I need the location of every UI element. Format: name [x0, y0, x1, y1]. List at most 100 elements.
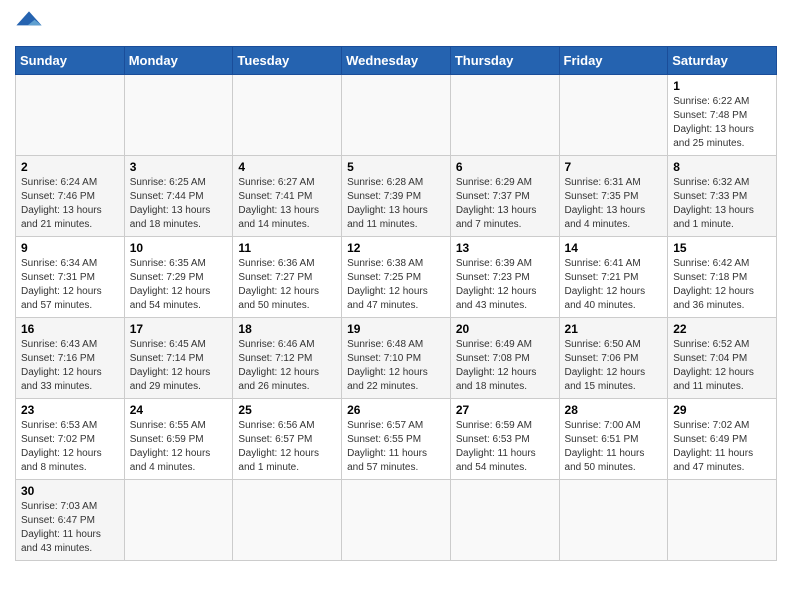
day-cell: 17 Sunrise: 6:45 AM Sunset: 7:14 PM Dayli… [124, 318, 233, 399]
day-cell: 12 Sunrise: 6:38 AM Sunset: 7:25 PM Dayli… [342, 237, 451, 318]
day-number: 9 [21, 241, 119, 255]
day-number: 13 [456, 241, 554, 255]
day-cell: 7 Sunrise: 6:31 AM Sunset: 7:35 PM Daylig… [559, 156, 668, 237]
day-number: 25 [238, 403, 336, 417]
day-info: Sunrise: 6:24 AM Sunset: 7:46 PM Dayligh… [21, 176, 119, 232]
day-cell [342, 75, 451, 156]
day-info: Sunrise: 6:45 AM Sunset: 7:14 PM Dayligh… [130, 338, 228, 394]
day-info: Sunrise: 6:53 AM Sunset: 7:02 PM Dayligh… [21, 419, 119, 475]
day-cell: 19 Sunrise: 6:48 AM Sunset: 7:10 PM Dayli… [342, 318, 451, 399]
day-number: 14 [565, 241, 663, 255]
day-cell: 13 Sunrise: 6:39 AM Sunset: 7:23 PM Dayli… [450, 237, 559, 318]
day-cell [16, 75, 125, 156]
day-number: 18 [238, 322, 336, 336]
day-number: 17 [130, 322, 228, 336]
day-number: 7 [565, 160, 663, 174]
day-cell: 23 Sunrise: 6:53 AM Sunset: 7:02 PM Dayli… [16, 399, 125, 480]
day-info: Sunrise: 6:56 AM Sunset: 6:57 PM Dayligh… [238, 419, 336, 475]
day-number: 6 [456, 160, 554, 174]
day-cell: 24 Sunrise: 6:55 AM Sunset: 6:59 PM Dayli… [124, 399, 233, 480]
day-cell [668, 480, 777, 561]
day-cell [450, 75, 559, 156]
day-cell [559, 75, 668, 156]
day-info: Sunrise: 6:48 AM Sunset: 7:10 PM Dayligh… [347, 338, 445, 394]
day-number: 28 [565, 403, 663, 417]
logo-icon [15, 10, 43, 38]
col-header-thursday: Thursday [450, 47, 559, 75]
day-cell: 28 Sunrise: 7:00 AM Sunset: 6:51 PM Dayli… [559, 399, 668, 480]
day-number: 12 [347, 241, 445, 255]
day-cell: 20 Sunrise: 6:49 AM Sunset: 7:08 PM Dayli… [450, 318, 559, 399]
calendar-header-row: SundayMondayTuesdayWednesdayThursdayFrid… [16, 47, 777, 75]
day-cell: 16Sunrise: 6:43 AM Sunset: 7:16 PM Dayli… [16, 318, 125, 399]
day-number: 5 [347, 160, 445, 174]
day-info: Sunrise: 7:00 AM Sunset: 6:51 PM Dayligh… [565, 419, 663, 475]
day-cell [124, 75, 233, 156]
day-number: 16 [21, 322, 119, 336]
col-header-tuesday: Tuesday [233, 47, 342, 75]
week-row-0: 1Sunrise: 6:22 AM Sunset: 7:48 PM Daylig… [16, 75, 777, 156]
day-info: Sunrise: 6:34 AM Sunset: 7:31 PM Dayligh… [21, 257, 119, 313]
day-number: 10 [130, 241, 228, 255]
day-info: Sunrise: 6:55 AM Sunset: 6:59 PM Dayligh… [130, 419, 228, 475]
day-info: Sunrise: 6:52 AM Sunset: 7:04 PM Dayligh… [673, 338, 771, 394]
day-cell: 18Sunrise: 6:46 AM Sunset: 7:12 PM Dayli… [233, 318, 342, 399]
day-cell: 22 Sunrise: 6:52 AM Sunset: 7:04 PM Dayli… [668, 318, 777, 399]
day-info: Sunrise: 6:25 AM Sunset: 7:44 PM Dayligh… [130, 176, 228, 232]
day-number: 8 [673, 160, 771, 174]
day-info: Sunrise: 7:02 AM Sunset: 6:49 PM Dayligh… [673, 419, 771, 475]
day-cell: 11 Sunrise: 6:36 AM Sunset: 7:27 PM Dayli… [233, 237, 342, 318]
day-info: Sunrise: 6:36 AM Sunset: 7:27 PM Dayligh… [238, 257, 336, 313]
day-number: 4 [238, 160, 336, 174]
day-cell [342, 480, 451, 561]
page: SundayMondayTuesdayWednesdayThursdayFrid… [0, 0, 792, 612]
day-number: 30 [21, 484, 119, 498]
day-number: 26 [347, 403, 445, 417]
day-cell: 9 Sunrise: 6:34 AM Sunset: 7:31 PM Daylig… [16, 237, 125, 318]
day-cell: 5 Sunrise: 6:28 AM Sunset: 7:39 PM Daylig… [342, 156, 451, 237]
day-info: Sunrise: 6:28 AM Sunset: 7:39 PM Dayligh… [347, 176, 445, 232]
day-number: 15 [673, 241, 771, 255]
header [15, 10, 777, 38]
col-header-friday: Friday [559, 47, 668, 75]
day-info: Sunrise: 6:50 AM Sunset: 7:06 PM Dayligh… [565, 338, 663, 394]
day-info: Sunrise: 6:39 AM Sunset: 7:23 PM Dayligh… [456, 257, 554, 313]
day-number: 2 [21, 160, 119, 174]
day-info: Sunrise: 6:57 AM Sunset: 6:55 PM Dayligh… [347, 419, 445, 475]
day-info: Sunrise: 6:42 AM Sunset: 7:18 PM Dayligh… [673, 257, 771, 313]
day-number: 29 [673, 403, 771, 417]
day-cell: 26 Sunrise: 6:57 AM Sunset: 6:55 PM Dayli… [342, 399, 451, 480]
calendar-table: SundayMondayTuesdayWednesdayThursdayFrid… [15, 46, 777, 561]
week-row-5: 30 Sunrise: 7:03 AM Sunset: 6:47 PM Dayli… [16, 480, 777, 561]
day-number: 1 [673, 79, 771, 93]
day-cell: 14 Sunrise: 6:41 AM Sunset: 7:21 PM Dayli… [559, 237, 668, 318]
day-cell [233, 75, 342, 156]
day-info: Sunrise: 6:29 AM Sunset: 7:37 PM Dayligh… [456, 176, 554, 232]
day-cell: 21Sunrise: 6:50 AM Sunset: 7:06 PM Dayli… [559, 318, 668, 399]
week-row-3: 16Sunrise: 6:43 AM Sunset: 7:16 PM Dayli… [16, 318, 777, 399]
day-info: Sunrise: 6:31 AM Sunset: 7:35 PM Dayligh… [565, 176, 663, 232]
day-number: 11 [238, 241, 336, 255]
day-cell: 10 Sunrise: 6:35 AM Sunset: 7:29 PM Dayli… [124, 237, 233, 318]
day-number: 22 [673, 322, 771, 336]
day-info: Sunrise: 6:41 AM Sunset: 7:21 PM Dayligh… [565, 257, 663, 313]
day-number: 23 [21, 403, 119, 417]
day-cell: 4Sunrise: 6:27 AM Sunset: 7:41 PM Daylig… [233, 156, 342, 237]
day-info: Sunrise: 7:03 AM Sunset: 6:47 PM Dayligh… [21, 500, 119, 556]
day-number: 20 [456, 322, 554, 336]
day-cell: 3 Sunrise: 6:25 AM Sunset: 7:44 PM Daylig… [124, 156, 233, 237]
day-info: Sunrise: 6:49 AM Sunset: 7:08 PM Dayligh… [456, 338, 554, 394]
day-cell: 6 Sunrise: 6:29 AM Sunset: 7:37 PM Daylig… [450, 156, 559, 237]
week-row-4: 23 Sunrise: 6:53 AM Sunset: 7:02 PM Dayli… [16, 399, 777, 480]
day-number: 27 [456, 403, 554, 417]
day-info: Sunrise: 6:38 AM Sunset: 7:25 PM Dayligh… [347, 257, 445, 313]
logo [15, 10, 47, 38]
day-cell: 1Sunrise: 6:22 AM Sunset: 7:48 PM Daylig… [668, 75, 777, 156]
day-cell [233, 480, 342, 561]
day-cell [559, 480, 668, 561]
day-number: 3 [130, 160, 228, 174]
day-number: 24 [130, 403, 228, 417]
day-number: 19 [347, 322, 445, 336]
day-info: Sunrise: 6:59 AM Sunset: 6:53 PM Dayligh… [456, 419, 554, 475]
day-info: Sunrise: 6:35 AM Sunset: 7:29 PM Dayligh… [130, 257, 228, 313]
